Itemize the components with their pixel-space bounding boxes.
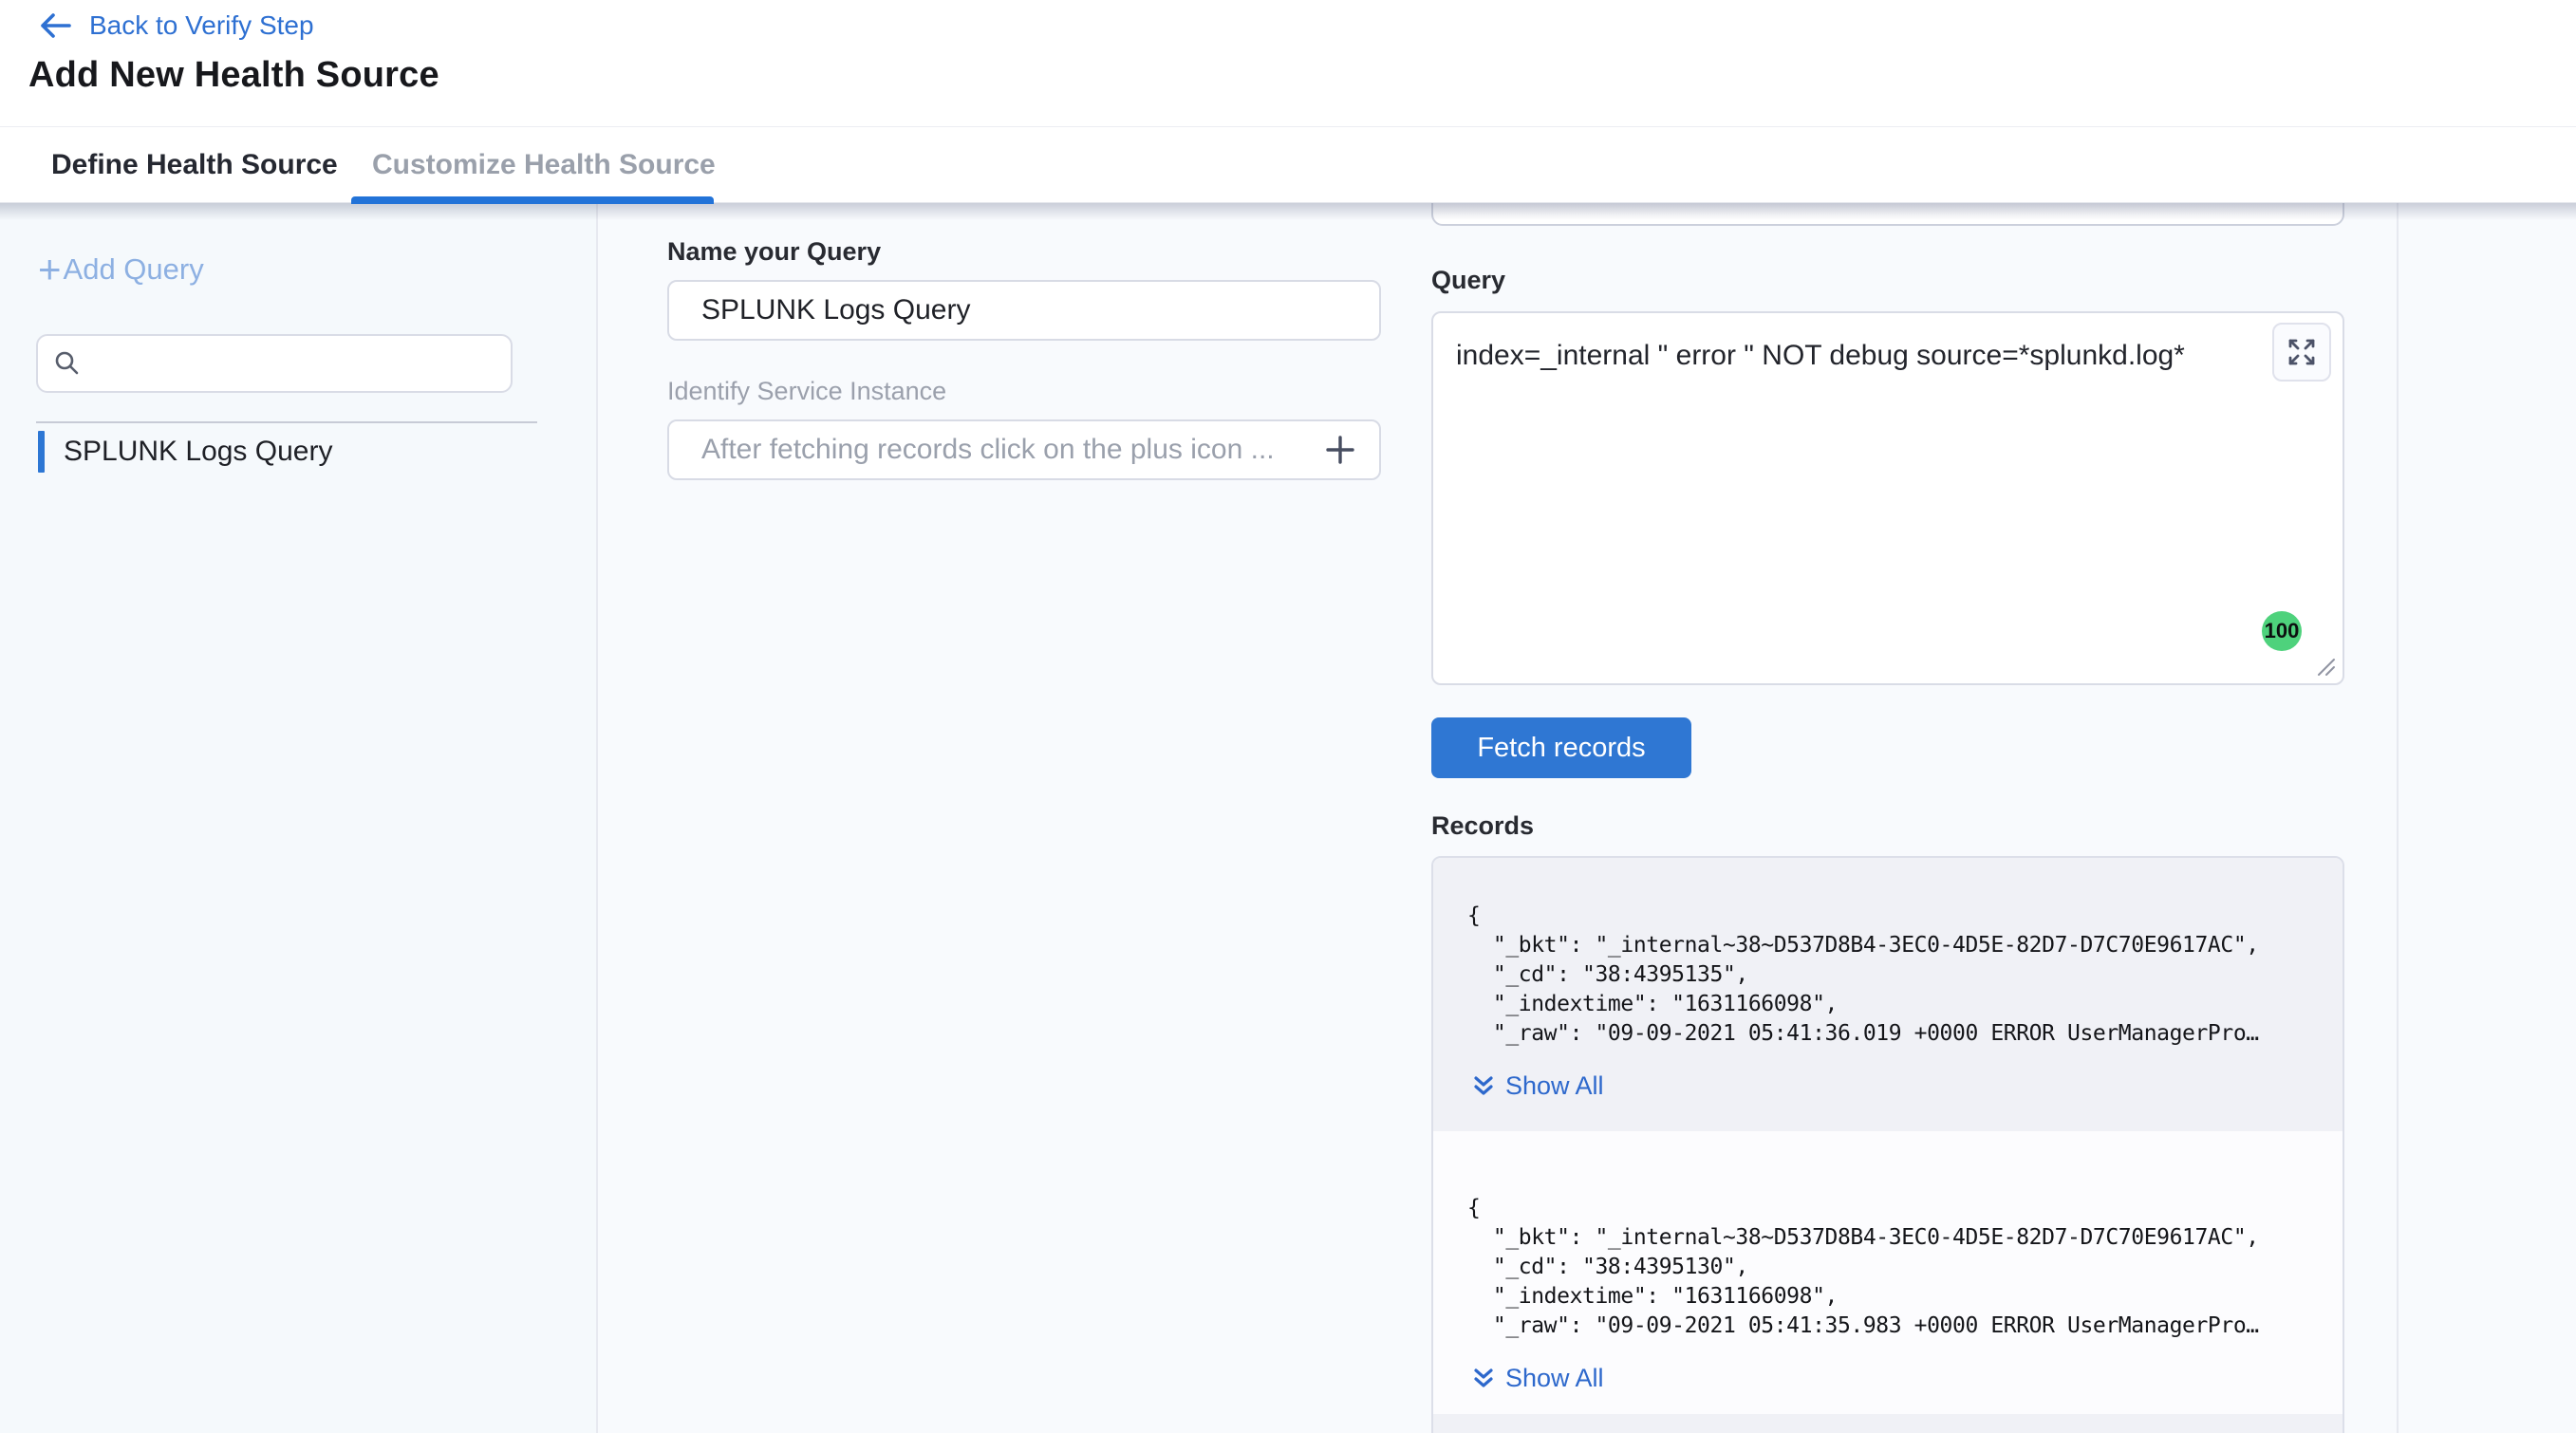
page-title: Add New Health Source bbox=[28, 55, 439, 96]
sidebar-divider bbox=[36, 421, 537, 423]
selected-item-bar bbox=[38, 431, 45, 473]
record-row: { "_bkt": "_internal~38~D537D8B4-3EC0-4D… bbox=[1433, 1131, 2343, 1414]
page-header: Back to Verify Step Add New Health Sourc… bbox=[0, 0, 2576, 126]
service-instance-input[interactable] bbox=[667, 419, 1381, 480]
back-to-verify-step-link[interactable]: Back to Verify Step bbox=[36, 9, 314, 42]
add-service-instance-plus-icon[interactable] bbox=[1324, 434, 1356, 466]
query-form-column: Name your Query Identify Service Instanc… bbox=[667, 203, 1381, 480]
expand-query-button[interactable] bbox=[2272, 323, 2331, 382]
tab-customize-health-source[interactable]: Customize Health Source bbox=[372, 127, 716, 203]
back-link-label: Back to Verify Step bbox=[89, 10, 314, 41]
plus-icon: + bbox=[38, 255, 62, 284]
record-json: { "_bkt": "_internal~38~D537D8B4-3EC0-4D… bbox=[1467, 1194, 2343, 1341]
double-chevron-down-icon bbox=[1473, 1074, 1494, 1099]
add-health-source-page: Back to Verify Step Add New Health Sourc… bbox=[0, 0, 2576, 1433]
tab-bar: Define Health Source Customize Health So… bbox=[0, 126, 2576, 203]
search-icon bbox=[53, 349, 82, 378]
fetch-records-button[interactable]: Fetch records bbox=[1431, 717, 1691, 778]
name-your-query-label: Name your Query bbox=[667, 237, 1381, 267]
query-label: Query bbox=[1431, 266, 1505, 295]
query-text: index=_internal " error " NOT debug sour… bbox=[1456, 340, 2257, 372]
records-container: { "_bkt": "_internal~38~D537D8B4-3EC0-4D… bbox=[1431, 856, 2344, 1433]
query-textarea[interactable]: index=_internal " error " NOT debug sour… bbox=[1431, 311, 2344, 685]
add-query-button[interactable]: + Add Query bbox=[38, 252, 204, 287]
show-all-link[interactable]: Show All bbox=[1473, 1364, 1604, 1393]
query-item-label: SPLUNK Logs Query bbox=[64, 436, 332, 468]
add-query-label: Add Query bbox=[64, 252, 204, 287]
query-search-input[interactable] bbox=[95, 348, 495, 379]
expand-icon bbox=[2286, 336, 2318, 368]
query-length-badge: 100 bbox=[2262, 611, 2302, 651]
identify-service-instance-label: Identify Service Instance bbox=[667, 377, 1381, 406]
query-search-box bbox=[36, 334, 513, 393]
records-label: Records bbox=[1431, 811, 1534, 841]
query-name-input[interactable] bbox=[667, 280, 1381, 341]
show-all-link[interactable]: Show All bbox=[1473, 1071, 1604, 1101]
back-arrow-icon bbox=[36, 9, 74, 42]
record-row-partial bbox=[1433, 1414, 2343, 1433]
query-sidebar: + Add Query SPLUNK Logs Query bbox=[0, 203, 598, 1433]
right-panel-divider bbox=[2397, 203, 2399, 1433]
record-json: { "_bkt": "_internal~38~D537D8B4-3EC0-4D… bbox=[1467, 902, 2343, 1049]
show-all-label: Show All bbox=[1505, 1071, 1604, 1101]
double-chevron-down-icon bbox=[1473, 1367, 1494, 1391]
active-tab-underline bbox=[351, 196, 714, 204]
show-all-label: Show All bbox=[1505, 1364, 1604, 1393]
record-row: { "_bkt": "_internal~38~D537D8B4-3EC0-4D… bbox=[1433, 858, 2343, 1131]
tab-define-health-source[interactable]: Define Health Source bbox=[51, 127, 338, 203]
resize-grip-handle[interactable] bbox=[2312, 653, 2337, 678]
sidebar-item-splunk-logs-query[interactable]: SPLUNK Logs Query bbox=[38, 429, 332, 475]
